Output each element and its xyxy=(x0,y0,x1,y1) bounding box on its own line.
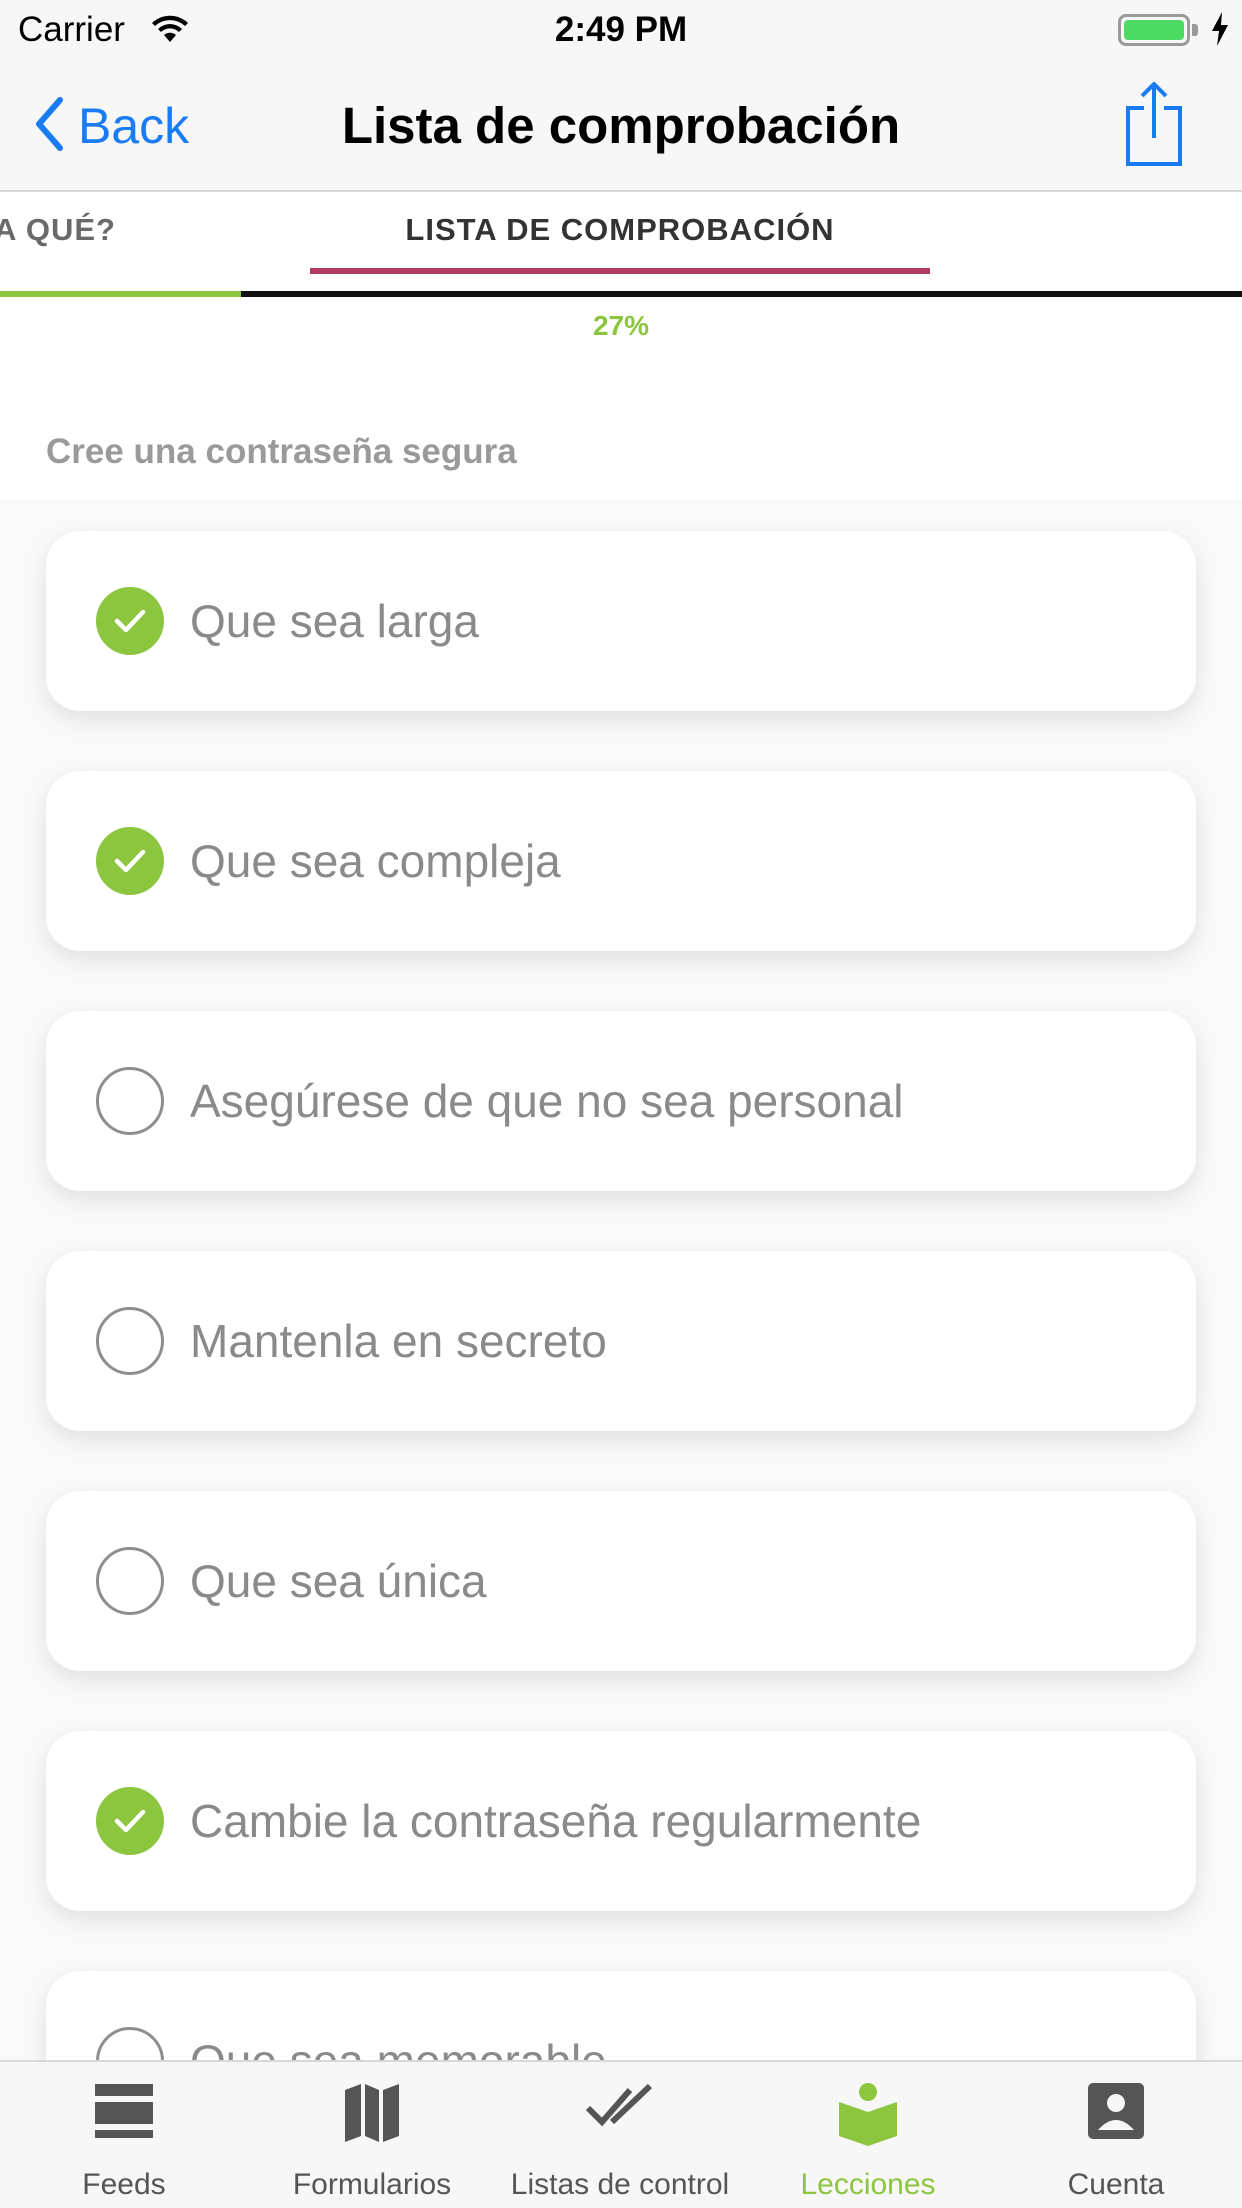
tab-bar-label: Listas de control xyxy=(510,2168,730,2201)
checkmark-circle-icon[interactable] xyxy=(96,587,164,655)
empty-circle-icon[interactable] xyxy=(96,1547,164,1615)
checklist-item[interactable]: Asegúrese de que no sea personal xyxy=(46,1011,1196,1191)
checklist-item-label: Que sea larga xyxy=(190,595,479,647)
checklist-item[interactable]: Cambie la contraseña regularmente xyxy=(46,1731,1196,1911)
tab-bar-label: Formularios xyxy=(292,2168,452,2201)
progress-fill xyxy=(0,291,242,297)
tab-cuenta[interactable]: Cuenta xyxy=(992,2062,1240,2208)
checklist-item-label: Asegúrese de que no sea personal xyxy=(190,1075,904,1127)
progress-label: 27% xyxy=(592,310,650,341)
checkmark-circle-icon[interactable] xyxy=(96,1787,164,1855)
status-time: 2:49 PM xyxy=(554,10,688,49)
checklist: Que sea larga Que sea compleja Asegúrese d… xyxy=(0,500,1242,2060)
tab-listas-de-control[interactable]: Listas de control xyxy=(496,2062,744,2208)
tab-formularios[interactable]: Formularios xyxy=(248,2062,496,2208)
empty-circle-icon[interactable] xyxy=(96,1307,164,1375)
tab-bar-label: Cuenta xyxy=(1067,2168,1165,2201)
checklist-item[interactable]: Mantenla en secreto xyxy=(46,1251,1196,1431)
map-icon xyxy=(248,2082,496,2146)
empty-circle-icon[interactable] xyxy=(96,2027,164,2060)
checklist-item-label: Mantenla en secreto xyxy=(190,1315,607,1367)
tab-bar-label: Lecciones xyxy=(800,2168,936,2201)
empty-circle-icon[interactable] xyxy=(96,1067,164,1135)
battery-icon xyxy=(1118,14,1190,46)
account-icon xyxy=(992,2082,1240,2146)
checklist-item-label: Cambie la contraseña regularmente xyxy=(190,1795,922,1847)
checkmark-circle-icon[interactable] xyxy=(96,827,164,895)
tab-active-indicator xyxy=(310,268,930,274)
double-check-icon xyxy=(496,2082,744,2146)
tab-previous[interactable]: A QUÉ? xyxy=(0,212,116,248)
checklist-item-label: Que sea compleja xyxy=(190,835,561,887)
feeds-icon xyxy=(0,2082,248,2146)
page-title: Lista de comprobación xyxy=(341,97,901,154)
checklist-item[interactable]: Que sea larga xyxy=(46,531,1196,711)
share-icon xyxy=(1122,82,1186,172)
tab-checklist[interactable]: LISTA DE COMPROBACIÓN xyxy=(310,212,930,248)
charging-icon xyxy=(1210,12,1230,51)
tab-feeds[interactable]: Feeds xyxy=(0,2062,248,2208)
checklist-item[interactable]: Que sea memorable xyxy=(46,1971,1196,2060)
battery-tip xyxy=(1192,24,1198,36)
section-title: Cree una contraseña segura xyxy=(46,432,517,471)
checklist-item-label: Que sea memorable xyxy=(190,2034,607,2060)
checklist-item[interactable]: Que sea única xyxy=(46,1491,1196,1671)
navigation-bar: Back Lista de comprobación xyxy=(0,60,1242,192)
checklist-item[interactable]: Que sea compleja xyxy=(46,771,1196,951)
segment-tabs: A QUÉ? LISTA DE COMPROBACIÓN xyxy=(0,192,1242,292)
tab-lecciones[interactable]: Lecciones xyxy=(744,2062,992,2208)
lessons-icon xyxy=(744,2082,992,2146)
tab-bar: Feeds Formularios Listas de control Leccion… xyxy=(0,2060,1242,2208)
progress-bar xyxy=(0,291,1242,297)
checklist-item-label: Que sea única xyxy=(190,1555,487,1607)
status-bar: Carrier 2:49 PM xyxy=(0,0,1242,60)
share-button[interactable] xyxy=(1122,80,1186,173)
